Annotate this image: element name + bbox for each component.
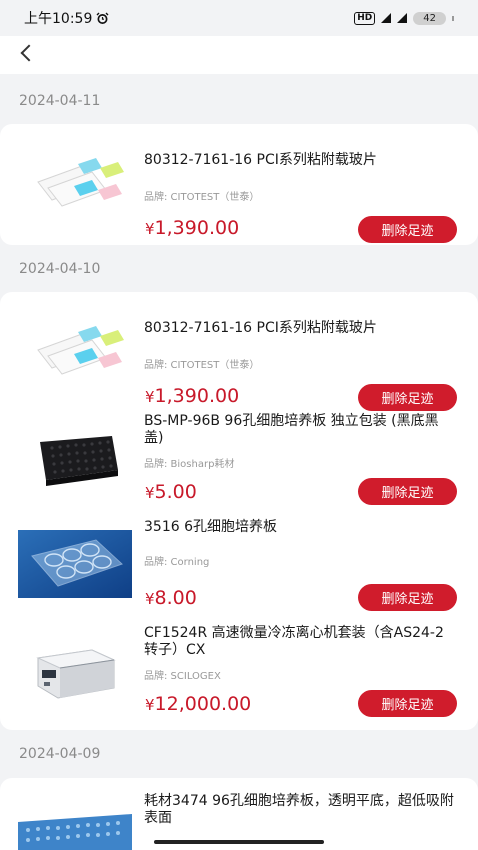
date-header: 2024-04-11 bbox=[19, 93, 101, 109]
signal-icon bbox=[381, 13, 392, 23]
item-price: ¥5.00 bbox=[145, 481, 197, 503]
price-value: 12,000.00 bbox=[154, 693, 252, 715]
alarm-clock-icon bbox=[96, 12, 109, 24]
battery-tip bbox=[452, 15, 454, 21]
hd-badge: HD bbox=[354, 11, 376, 25]
history-group-card: 80312-7161-16 PCI系列粘附载玻片 品牌: CITOTEST（世泰… bbox=[0, 124, 478, 245]
list-item[interactable]: CF1524R 高速微量冷冻离心机套装（含AS24-2转子）CX 品牌: SCI… bbox=[0, 622, 478, 728]
96-well-plate-icon bbox=[18, 422, 132, 490]
currency-symbol: ¥ bbox=[145, 696, 155, 714]
date-header: 2024-04-10 bbox=[19, 261, 101, 277]
item-title[interactable]: 耗材3474 96孔细胞培养板，透明平底，超低吸附表面 bbox=[144, 793, 456, 827]
price-value: 1,390.00 bbox=[154, 217, 240, 239]
list-item[interactable]: 80312-7161-16 PCI系列粘附载玻片 品牌: CITOTEST（世泰… bbox=[0, 136, 478, 243]
item-title[interactable]: 3516 6孔细胞培养板 bbox=[144, 519, 456, 536]
list-item[interactable]: BS-MP-96B 96孔细胞培养板 独立包装 (黑底黑盖) 品牌: Biosh… bbox=[0, 410, 478, 516]
item-price: ¥8.00 bbox=[145, 587, 197, 609]
delete-history-button[interactable]: 删除足迹 bbox=[358, 584, 457, 611]
item-title[interactable]: BS-MP-96B 96孔细胞培养板 独立包装 (黑底黑盖) bbox=[144, 413, 456, 447]
history-group-card: 80312-7161-16 PCI系列粘附载玻片 品牌: CITOTEST（世泰… bbox=[0, 292, 478, 730]
item-title[interactable]: CF1524R 高速微量冷冻离心机套装（含AS24-2转子）CX bbox=[144, 625, 456, 659]
delete-history-button[interactable]: 删除足迹 bbox=[358, 384, 457, 411]
6-well-plate-icon bbox=[18, 530, 132, 598]
delete-history-button[interactable]: 删除足迹 bbox=[358, 690, 457, 717]
status-bar: 上午10:59 HD 42 bbox=[0, 0, 478, 36]
item-brand: 品牌: SCILOGEX bbox=[144, 671, 221, 682]
item-price: ¥1,390.00 bbox=[145, 217, 239, 239]
chevron-left-icon bbox=[20, 44, 38, 62]
status-time: 上午10:59 bbox=[24, 8, 109, 28]
home-indicator[interactable] bbox=[154, 840, 324, 844]
list-item[interactable]: 3516 6孔细胞培养板 品牌: Corning ¥8.00 删除足迹 bbox=[0, 516, 478, 622]
time-text: 上午10:59 bbox=[24, 11, 93, 27]
centrifuge-icon bbox=[18, 636, 132, 704]
status-indicators: HD 42 bbox=[354, 11, 454, 25]
price-value: 8.00 bbox=[154, 587, 197, 609]
delete-history-button[interactable]: 删除足迹 bbox=[358, 216, 457, 243]
item-brand: 品牌: Biosharp耗材 bbox=[144, 459, 235, 470]
item-title[interactable]: 80312-7161-16 PCI系列粘附载玻片 bbox=[144, 320, 456, 337]
clear-96-well-plate-icon bbox=[18, 804, 132, 850]
price-value: 5.00 bbox=[154, 481, 197, 503]
currency-symbol: ¥ bbox=[145, 220, 155, 238]
back-button[interactable] bbox=[12, 38, 42, 68]
item-brand: 品牌: Corning bbox=[144, 557, 210, 568]
currency-symbol: ¥ bbox=[145, 590, 155, 608]
price-value: 1,390.00 bbox=[154, 385, 240, 407]
list-item[interactable]: 80312-7161-16 PCI系列粘附载玻片 品牌: CITOTEST（世泰… bbox=[0, 304, 478, 411]
currency-symbol: ¥ bbox=[145, 388, 155, 406]
item-brand: 品牌: CITOTEST（世泰） bbox=[144, 192, 260, 203]
date-header: 2024-04-09 bbox=[19, 746, 101, 762]
slides-icon bbox=[18, 312, 132, 380]
signal-icon-2 bbox=[397, 13, 408, 23]
item-price: ¥1,390.00 bbox=[145, 385, 239, 407]
item-price: ¥12,000.00 bbox=[145, 693, 251, 715]
battery-icon: 42 bbox=[413, 11, 446, 25]
currency-symbol: ¥ bbox=[145, 484, 155, 502]
nav-bar bbox=[0, 36, 478, 74]
slides-icon bbox=[18, 144, 132, 212]
item-title[interactable]: 80312-7161-16 PCI系列粘附载玻片 bbox=[144, 152, 456, 169]
item-brand: 品牌: CITOTEST（世泰） bbox=[144, 360, 260, 371]
delete-history-button[interactable]: 删除足迹 bbox=[358, 478, 457, 505]
